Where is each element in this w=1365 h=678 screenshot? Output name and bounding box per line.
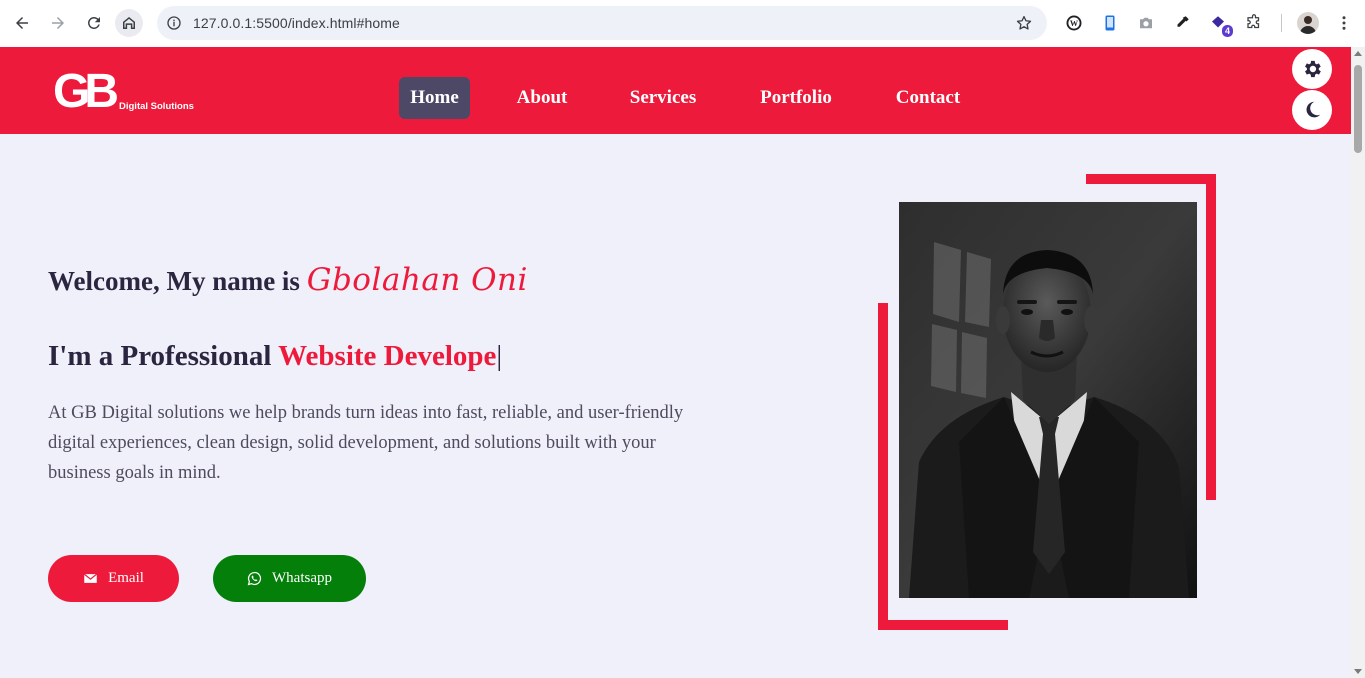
scroll-down-arrow-icon[interactable] xyxy=(1354,669,1362,674)
bookmark-star-icon[interactable] xyxy=(1015,14,1033,32)
nav-portfolio[interactable]: Portfolio xyxy=(748,77,844,119)
wordpress-icon: W xyxy=(1066,15,1082,31)
owner-name: Gbolahan Oni xyxy=(306,262,528,298)
profession-heading: I'm a Professional Website Develope| xyxy=(48,340,502,373)
envelope-icon xyxy=(83,573,98,583)
camera-icon xyxy=(1140,17,1152,29)
nav-about[interactable]: About xyxy=(506,77,578,119)
email-button[interactable]: Email xyxy=(48,555,179,602)
profile-photo xyxy=(899,202,1197,598)
profession-prefix: I'm a Professional xyxy=(48,340,279,372)
frame-bottom-bar xyxy=(878,620,1008,630)
eyedropper-icon xyxy=(1177,16,1189,27)
intro-paragraph: At GB Digital solutions we help brands t… xyxy=(48,403,684,483)
camera-extension[interactable] xyxy=(1136,13,1156,33)
moon-icon xyxy=(1306,101,1321,118)
frame-right-bar xyxy=(1206,174,1216,500)
reload-icon xyxy=(87,16,100,29)
arrow-right-icon xyxy=(52,17,64,29)
toolbar-divider xyxy=(1281,14,1282,32)
kebab-menu-icon xyxy=(1342,16,1346,30)
nav-home[interactable]: Home xyxy=(399,77,470,119)
site-header: GB Digital Solutions Home About Services… xyxy=(0,47,1351,134)
home-icon xyxy=(123,17,135,29)
url-text: 127.0.0.1:5500/index.html#home xyxy=(193,15,400,31)
scroll-up-arrow-icon[interactable] xyxy=(1354,51,1362,56)
scroll-thumb[interactable] xyxy=(1354,65,1362,153)
whatsapp-icon xyxy=(247,571,262,586)
portrait-image xyxy=(899,202,1197,598)
page-scrollbar[interactable] xyxy=(1351,47,1365,678)
frame-left-bar xyxy=(878,303,888,630)
svg-text:W: W xyxy=(1070,19,1079,28)
main-nav: Home About Services Portfolio Contact xyxy=(0,77,1351,119)
back-button[interactable] xyxy=(8,9,36,37)
arrow-left-icon xyxy=(16,17,28,29)
settings-button[interactable] xyxy=(1292,49,1332,89)
badge-extension[interactable]: 4 xyxy=(1208,13,1234,38)
frame-top-bar xyxy=(1086,174,1216,184)
profile-avatar[interactable] xyxy=(1297,12,1319,34)
gear-icon xyxy=(1305,60,1321,78)
forward-button[interactable] xyxy=(44,9,72,37)
phone-emulator-icon xyxy=(1105,15,1115,31)
email-button-label: Email xyxy=(108,570,144,586)
phone-emulator-extension[interactable] xyxy=(1100,13,1120,33)
home-button[interactable] xyxy=(115,9,143,37)
welcome-heading: Welcome, My name is Gbolahan Oni xyxy=(48,262,528,298)
nav-contact[interactable]: Contact xyxy=(884,77,972,119)
nav-services[interactable]: Services xyxy=(618,77,708,119)
whatsapp-button-label: Whatsapp xyxy=(272,570,332,586)
theme-toggle-button[interactable] xyxy=(1292,90,1332,130)
site-info-icon[interactable] xyxy=(166,15,182,31)
welcome-prefix: Welcome, My name is xyxy=(48,266,307,296)
extensions-menu[interactable] xyxy=(1244,13,1264,33)
browser-toolbar: 127.0.0.1:5500/index.html#home W 4 xyxy=(0,0,1365,47)
whatsapp-button[interactable]: Whatsapp xyxy=(213,555,366,602)
puzzle-icon xyxy=(1247,14,1260,29)
browser-menu-button[interactable] xyxy=(1334,13,1354,33)
typed-role: Website Develope xyxy=(278,340,497,372)
avatar-icon xyxy=(1300,16,1316,34)
wordpress-extension[interactable]: W xyxy=(1064,13,1084,33)
reload-button[interactable] xyxy=(80,9,108,37)
address-bar[interactable]: 127.0.0.1:5500/index.html#home xyxy=(157,6,1047,40)
eyedropper-extension[interactable] xyxy=(1172,13,1192,33)
extension-badge-count: 4 xyxy=(1220,24,1234,38)
typing-cursor: | xyxy=(496,340,503,372)
